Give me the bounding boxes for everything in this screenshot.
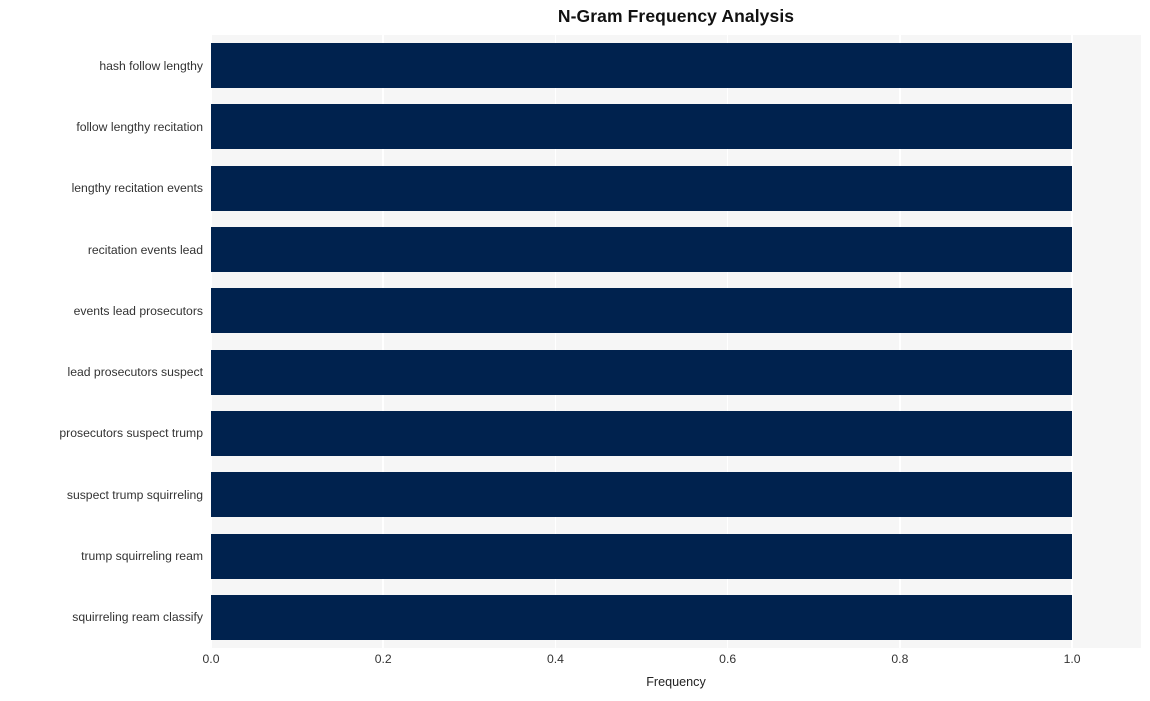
bar[interactable]: [211, 165, 1073, 211]
chart-title: N-Gram Frequency Analysis: [557, 6, 795, 26]
y-tick-label: hash follow lengthy: [99, 58, 203, 73]
bar[interactable]: [211, 104, 1073, 150]
x-tick-label: 0.0: [202, 652, 220, 666]
y-axis-tick-labels: hash follow lengthy follow lengthy recita…: [0, 35, 203, 648]
y-tick-label: trump squirreling ream: [81, 549, 203, 564]
x-tick-label: 0.4: [546, 652, 564, 666]
x-axis-tick-labels: 0.0 0.2 0.4 0.6 0.8 1.0: [203, 652, 1141, 671]
bar[interactable]: [211, 227, 1073, 273]
x-tick-label: 0.8: [891, 652, 909, 666]
plot-area: [210, 35, 1141, 648]
x-axis-title: Frequency: [646, 675, 706, 689]
bar[interactable]: [211, 43, 1073, 89]
x-tick-label: 1.0: [1063, 652, 1081, 666]
y-tick-label: prosecutors suspect trump: [59, 426, 203, 441]
bar[interactable]: [211, 288, 1073, 334]
y-tick-label: recitation events lead: [87, 242, 203, 257]
x-tick-label: 0.2: [374, 652, 392, 666]
y-tick-label: lead prosecutors suspect: [67, 365, 204, 380]
y-tick-label: events lead prosecutors: [73, 303, 203, 318]
bar[interactable]: [211, 472, 1073, 518]
bar[interactable]: [211, 410, 1073, 456]
x-tick-label: 0.6: [719, 652, 737, 666]
chart-figure: N-Gram Frequency Analysis hash follow le…: [0, 0, 1150, 701]
y-tick-label: squirreling ream classify: [72, 610, 203, 625]
bars-layer: [211, 35, 1141, 648]
y-tick-label: follow lengthy recitation: [76, 119, 203, 134]
bar[interactable]: [211, 594, 1073, 640]
y-tick-label: lengthy recitation events: [71, 181, 203, 196]
y-tick-label: suspect trump squirreling: [66, 487, 203, 502]
bar[interactable]: [211, 349, 1073, 395]
bar[interactable]: [211, 533, 1073, 579]
